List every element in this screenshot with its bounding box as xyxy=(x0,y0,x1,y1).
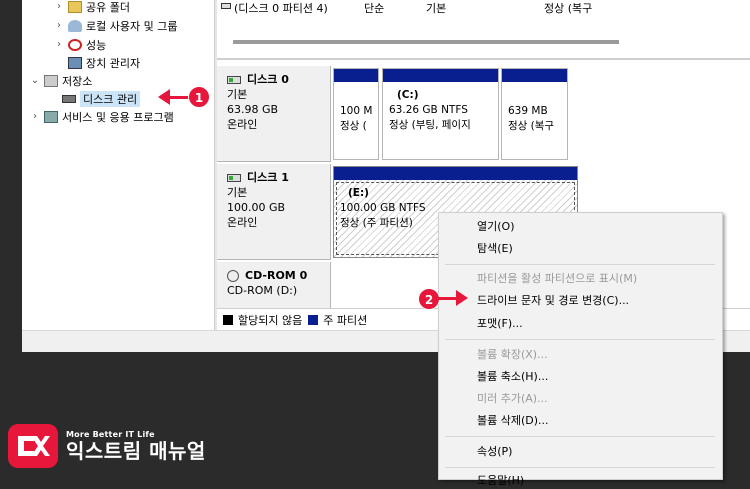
partition-bar xyxy=(334,167,577,180)
disk-type: 기본 xyxy=(227,88,248,101)
logo-title: 익스트림 매뉴얼 xyxy=(66,438,206,463)
menu-item-shrink-volume[interactable]: 볼륨 축소(H)... xyxy=(477,369,548,385)
partition-efi[interactable]: 100 M 정상 ( xyxy=(333,68,379,160)
cell-status: 정상 (복구 xyxy=(544,2,593,15)
cdrom-drive: CD-ROM (D:) xyxy=(227,284,298,297)
menu-item-add-mirror: 미러 추가(A)... xyxy=(477,392,548,405)
disk-title: 디스크 0 xyxy=(227,72,330,87)
cell-type: 기본 xyxy=(426,2,447,15)
legend-primary: 주 파티션 xyxy=(323,313,368,327)
disk-icon xyxy=(227,173,241,182)
partition-bar xyxy=(383,69,498,82)
tree-item-device-manager[interactable]: 장치 관리자 xyxy=(68,54,140,71)
tree-item-label: 성능 xyxy=(86,38,107,52)
menu-item-explore[interactable]: 탐색(E) xyxy=(477,241,513,257)
chevron-down-icon[interactable]: ⌄ xyxy=(30,75,40,86)
menu-item-extend-volume: 볼륨 확장(X)... xyxy=(477,348,548,361)
tree-item-label: 서비스 및 응용 프로그램 xyxy=(62,110,174,124)
partition-status: 정상 (복구 xyxy=(508,120,555,132)
horizontal-scrollbar[interactable] xyxy=(233,40,619,44)
callout-badge-1: 1 xyxy=(188,86,210,108)
cell-layout: 단순 xyxy=(364,2,385,15)
users-icon xyxy=(68,19,82,32)
chevron-right-icon[interactable]: › xyxy=(30,111,40,122)
partition-name: (E:) xyxy=(348,187,369,199)
console-tree: › 공유 폴더 › 로컬 사용자 및 그룹 › 성능 장치 관리자 ⌄ 저장소 … xyxy=(22,0,216,330)
disk-small-icon xyxy=(221,3,231,9)
partition-status: 정상 (부팅, 페이지 xyxy=(389,119,471,131)
disk-title: 디스크 1 xyxy=(227,170,330,185)
partition-status: 정상 ( xyxy=(340,120,367,132)
partition-size: 639 MB xyxy=(508,105,548,117)
cdrom-label[interactable]: CD-ROM 0 CD-ROM (D:) xyxy=(217,262,331,308)
cdrom-title: CD-ROM 0 xyxy=(227,268,330,283)
unallocated-swatch xyxy=(223,314,233,325)
partition-size: 100 M xyxy=(340,105,373,117)
tree-item-disk-management[interactable]: 디스크 관리 xyxy=(62,90,141,107)
disk-status: 온라인 xyxy=(227,118,258,131)
callout-2-arrowhead xyxy=(456,290,468,306)
disk-type: 기본 xyxy=(227,186,248,199)
menu-separator xyxy=(445,467,715,468)
callout-1-arrow xyxy=(168,96,190,99)
callout-1-arrowhead xyxy=(158,89,170,105)
partition-size: 63.26 GB NTFS xyxy=(389,104,468,116)
menu-separator xyxy=(445,339,715,340)
menu-item-help[interactable]: 도움말(H) xyxy=(477,473,524,489)
disk-size: 100.00 GB xyxy=(227,201,286,214)
menu-item-change-drive-letter[interactable]: 드라이브 문자 및 경로 변경(C)... xyxy=(477,293,629,309)
disk-size: 63.98 GB xyxy=(227,103,279,116)
tree-item-label: 저장소 xyxy=(62,74,93,88)
cdrom-icon xyxy=(227,269,239,282)
callout-2-arrow xyxy=(438,297,458,300)
disk-management-icon xyxy=(62,94,76,103)
storage-icon xyxy=(44,74,58,87)
menu-item-mark-active: 파티션을 활성 파티션으로 표시(M) xyxy=(477,272,638,285)
partition-recovery[interactable]: 639 MB 정상 (복구 xyxy=(501,68,568,160)
chevron-right-icon[interactable]: › xyxy=(54,1,64,12)
partition-bar xyxy=(334,69,378,82)
disk-status: 온라인 xyxy=(227,216,258,229)
context-menu: 열기(O) 탐색(E) 파티션을 활성 파티션으로 표시(M) 드라이브 문자 … xyxy=(438,212,723,487)
tree-item-label: 장치 관리자 xyxy=(86,56,141,70)
volume-list: (디스크 0 파티션 4) 단순 기본 정상 (복구 xyxy=(217,0,750,60)
services-icon xyxy=(44,110,58,123)
tree-item-storage[interactable]: ⌄ 저장소 xyxy=(30,72,92,89)
shared-folder-icon xyxy=(68,0,82,13)
chevron-right-icon[interactable]: › xyxy=(54,39,64,50)
tree-item-performance[interactable]: › 성능 xyxy=(54,36,106,53)
performance-icon xyxy=(68,38,82,51)
menu-separator xyxy=(445,436,715,437)
device-manager-icon xyxy=(68,56,82,69)
tree-item-label: 로컬 사용자 및 그룹 xyxy=(86,19,178,33)
disk-0-label[interactable]: 디스크 0 기본 63.98 GB 온라인 xyxy=(217,66,331,162)
tree-item-services[interactable]: › 서비스 및 응용 프로그램 xyxy=(30,108,174,125)
menu-item-delete-volume[interactable]: 볼륨 삭제(D)... xyxy=(477,413,549,429)
cell-volume: (디스크 0 파티션 4) xyxy=(234,2,328,15)
menu-separator xyxy=(445,264,715,265)
partition-bar xyxy=(502,69,567,82)
primary-swatch xyxy=(308,314,319,325)
partition-c[interactable]: (C:) 63.26 GB NTFS 정상 (부팅, 페이지 xyxy=(382,68,499,160)
tree-item-shared-folders[interactable]: › 공유 폴더 xyxy=(54,0,130,15)
disk-1-label[interactable]: 디스크 1 기본 100.00 GB 온라인 xyxy=(217,164,331,260)
disk-icon xyxy=(227,75,241,84)
logo-text: More Better IT Life 익스트림 매뉴얼 xyxy=(66,430,206,463)
legend-unallocated: 할당되지 않음 xyxy=(238,313,303,327)
menu-item-format[interactable]: 포맷(F)... xyxy=(477,316,523,332)
logo-subtitle: More Better IT Life xyxy=(66,429,155,439)
menu-item-open[interactable]: 열기(O) xyxy=(477,219,514,235)
brand-logo: More Better IT Life 익스트림 매뉴얼 xyxy=(8,424,206,468)
tree-item-label: 디스크 관리 xyxy=(80,90,141,107)
partition-name: (C:) xyxy=(397,89,419,101)
callout-badge-2: 2 xyxy=(418,288,440,310)
tree-item-label: 공유 폴더 xyxy=(86,0,130,14)
logo-mark-icon xyxy=(8,424,58,468)
chevron-right-icon[interactable]: › xyxy=(54,20,64,31)
menu-item-properties[interactable]: 속성(P) xyxy=(477,444,512,460)
tree-item-local-users[interactable]: › 로컬 사용자 및 그룹 xyxy=(54,17,177,34)
table-row[interactable]: (디스크 0 파티션 4) 단순 기본 정상 (복구 xyxy=(221,0,644,15)
